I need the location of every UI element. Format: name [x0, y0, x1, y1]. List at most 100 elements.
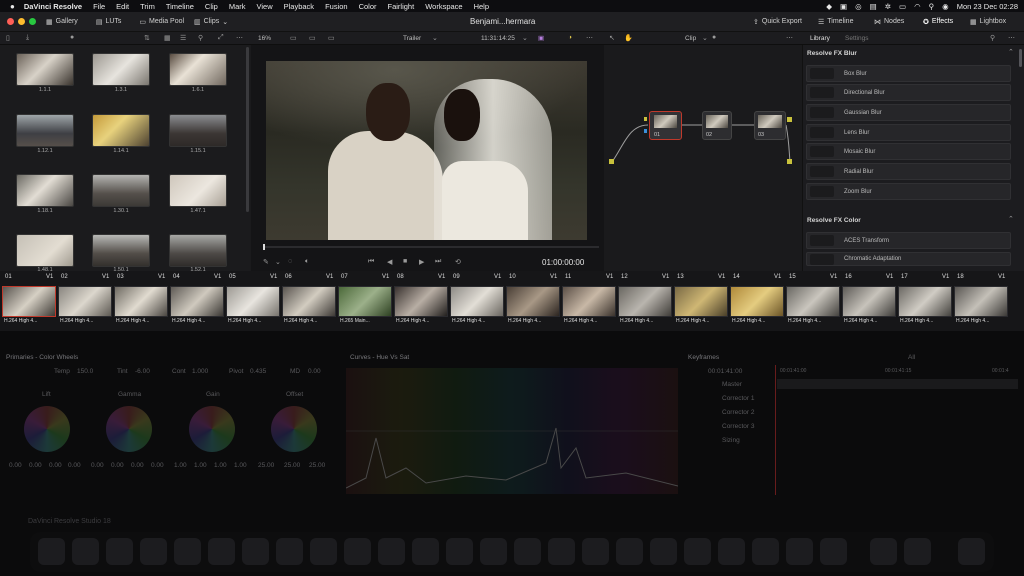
viewer-scrubber[interactable]: [263, 246, 599, 248]
chevron-up-icon[interactable]: ⌃: [1008, 215, 1014, 223]
chevron-down-icon[interactable]: ⌄: [275, 258, 281, 266]
quick-export-button[interactable]: ⇪ Quick Export: [748, 12, 807, 32]
section-header[interactable]: Resolve FX Color: [807, 217, 861, 224]
lightbox-button[interactable]: ▦ Lightbox: [965, 12, 1011, 32]
dock-app-icon[interactable]: [958, 538, 985, 565]
viewer-layout-icon[interactable]: ▭: [328, 34, 335, 42]
lift-value[interactable]: 0.00: [9, 462, 22, 469]
dock-app-icon[interactable]: [106, 538, 133, 565]
gain-value[interactable]: 1.00: [234, 462, 247, 469]
offset-value[interactable]: 25.00: [284, 462, 300, 469]
menu-color[interactable]: Color: [359, 2, 377, 11]
timeline-clip[interactable]: [114, 286, 168, 317]
md-value[interactable]: 0.00: [308, 368, 321, 375]
timeline-clip[interactable]: [506, 286, 560, 317]
timeline-clip[interactable]: [394, 286, 448, 317]
zoom-window-button[interactable]: [29, 18, 36, 25]
gamma-value[interactable]: 0.00: [131, 462, 144, 469]
gallery-still[interactable]: [169, 53, 227, 86]
status-icon[interactable]: ▣: [840, 2, 847, 11]
dock-app-icon[interactable]: [718, 538, 745, 565]
more-icon[interactable]: ⋯: [586, 34, 593, 42]
chevron-down-icon[interactable]: ⌄: [522, 34, 528, 42]
dock-app-icon[interactable]: [870, 538, 897, 565]
wifi-icon[interactable]: ◠: [914, 2, 921, 11]
dock-app-icon[interactable]: [480, 538, 507, 565]
dock-app-icon[interactable]: [650, 538, 677, 565]
hand-icon[interactable]: ✋: [624, 34, 633, 42]
more-icon[interactable]: ⋯: [236, 34, 243, 42]
effect-radial-blur[interactable]: Radial Blur: [806, 163, 1011, 180]
timeline-clip[interactable]: [170, 286, 224, 317]
dock-app-icon[interactable]: [752, 538, 779, 565]
sidebar-toggle-icon[interactable]: ▯: [6, 34, 10, 42]
media-pool-button[interactable]: ▭ Media Pool: [134, 12, 189, 32]
dock-app-icon[interactable]: [616, 538, 643, 565]
slider-handle[interactable]: ●: [70, 34, 74, 41]
timeline-clip[interactable]: [898, 286, 952, 317]
cont-value[interactable]: 1.000: [192, 368, 208, 375]
search-icon[interactable]: ⚲: [990, 34, 995, 42]
menu-fusion[interactable]: Fusion: [325, 2, 348, 11]
effect-box-blur[interactable]: Box Blur: [806, 65, 1011, 82]
effect-gaussian-blur[interactable]: Gaussian Blur: [806, 104, 1011, 121]
control-center-icon[interactable]: ◉: [942, 2, 949, 11]
zoom-slider-handle[interactable]: ●: [712, 34, 716, 41]
tab-library[interactable]: Library: [810, 35, 830, 42]
dock-app-icon[interactable]: [514, 538, 541, 565]
lift-value[interactable]: 0.00: [68, 462, 81, 469]
color-picker-icon[interactable]: ◑: [568, 34, 572, 41]
viewer-mode-icon[interactable]: ▣: [538, 34, 544, 42]
more-icon[interactable]: ⋯: [786, 34, 793, 42]
timeline-clip[interactable]: [338, 286, 392, 317]
clips-button[interactable]: ▥ Clips ⌄: [189, 12, 233, 32]
viewer-layout-icon[interactable]: ▭: [309, 34, 316, 42]
video-frame[interactable]: [266, 61, 587, 240]
gain-value[interactable]: 1.00: [194, 462, 207, 469]
lift-wheel[interactable]: [24, 406, 70, 452]
loop-icon[interactable]: ◌: [288, 258, 292, 265]
dock-app-icon[interactable]: [38, 538, 65, 565]
volume-icon[interactable]: 🔈︎: [305, 258, 309, 266]
gallery-still[interactable]: [16, 234, 74, 267]
dock-app-icon[interactable]: [72, 538, 99, 565]
node-02[interactable]: 02: [702, 111, 732, 140]
minimize-window-button[interactable]: [18, 18, 25, 25]
dock-app-icon[interactable]: [344, 538, 371, 565]
search-icon[interactable]: ⚲: [198, 34, 203, 42]
tint-value[interactable]: -6.00: [135, 368, 150, 375]
offset-value[interactable]: 25.00: [309, 462, 325, 469]
menu-file[interactable]: File: [93, 2, 105, 11]
list-view-icon[interactable]: ☰: [180, 34, 186, 42]
effect-mosaic-blur[interactable]: Mosaic Blur: [806, 143, 1011, 160]
download-icon[interactable]: ⤓: [26, 34, 29, 42]
dock-app-icon[interactable]: [548, 538, 575, 565]
menu-view[interactable]: View: [257, 2, 273, 11]
temp-value[interactable]: 150.0: [77, 368, 93, 375]
status-icon[interactable]: ▤: [870, 2, 877, 11]
sort-icon[interactable]: ⇅: [144, 34, 150, 42]
gain-wheel[interactable]: [189, 406, 235, 452]
clock[interactable]: Mon 23 Dec 02:28: [957, 2, 1018, 11]
menu-mark[interactable]: Mark: [229, 2, 246, 11]
skip-to-end-icon[interactable]: ⏭︎: [435, 258, 441, 266]
dock-app-icon[interactable]: [208, 538, 235, 565]
timeline-clip[interactable]: [674, 286, 728, 317]
dock-app-icon[interactable]: [412, 538, 439, 565]
dock-app-icon[interactable]: [820, 538, 847, 565]
loop-icon[interactable]: ⟲: [455, 258, 461, 266]
lift-value[interactable]: 0.00: [29, 462, 42, 469]
gamma-wheel[interactable]: [106, 406, 152, 452]
gallery-still[interactable]: [16, 114, 74, 147]
dock-app-icon[interactable]: [786, 538, 813, 565]
gallery-still[interactable]: [92, 174, 150, 207]
menu-workspace[interactable]: Workspace: [425, 2, 462, 11]
expand-icon[interactable]: ⤢: [218, 34, 224, 42]
timeline-clip[interactable]: [58, 286, 112, 317]
gain-value[interactable]: 1.00: [174, 462, 187, 469]
pointer-icon[interactable]: ↖: [609, 34, 615, 42]
gallery-button[interactable]: ▦ Gallery: [41, 12, 83, 32]
play-icon[interactable]: ▶: [419, 258, 424, 266]
menu-clip[interactable]: Clip: [205, 2, 218, 11]
timeline-clip[interactable]: [562, 286, 616, 317]
